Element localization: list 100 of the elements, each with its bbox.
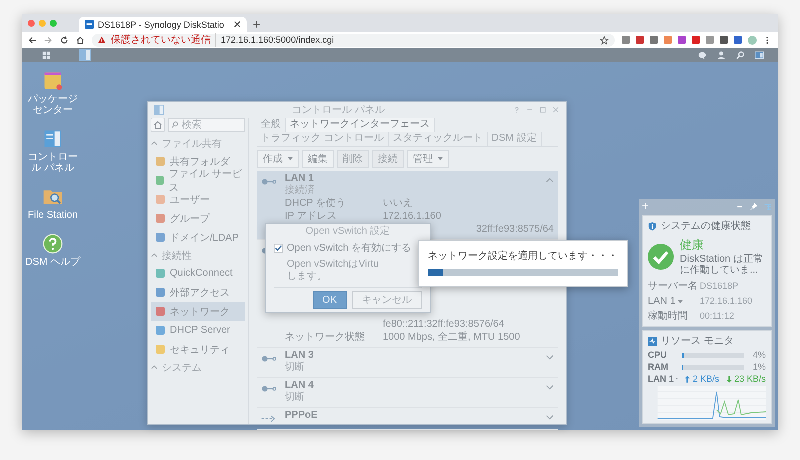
chat-icon[interactable] (698, 50, 707, 60)
tab[interactable]: ネットワークインターフェース (286, 118, 435, 132)
minimize-window-button[interactable] (39, 20, 46, 26)
sidebar-item[interactable]: QuickConnect (151, 264, 245, 283)
field-value: fe80::211:32ff:fe93:8576/64 (383, 318, 504, 331)
info-shield-icon (648, 222, 657, 230)
desktop-icon-label[interactable]: コントロール パネル (24, 152, 82, 174)
bookmark-star-icon[interactable] (600, 36, 609, 44)
search-field[interactable]: 検索 (168, 118, 245, 132)
expand-icon[interactable] (546, 385, 554, 390)
main-menu-icon[interactable] (42, 50, 51, 60)
warning-icon (98, 36, 106, 44)
sidebar-item[interactable]: 共有フォルダ (151, 152, 245, 171)
tab[interactable]: スタティックルート (388, 132, 488, 146)
meter-label: RAM (648, 362, 670, 372)
sidebar-item-icon (156, 326, 165, 335)
meter-reading: 4% (752, 350, 766, 360)
pin-icon[interactable] (750, 202, 758, 210)
cancel-button[interactable]: キャンセル (352, 291, 422, 309)
tab[interactable]: DSM 設定 (488, 132, 542, 146)
info-label[interactable]: LAN 1 (648, 295, 700, 308)
tab[interactable]: トラフィック コントロール (257, 132, 389, 146)
field-label: DHCP を使う (285, 198, 346, 209)
sidebar-item[interactable]: ファイル サービス (151, 171, 245, 190)
sidebar-item[interactable]: グループ (151, 209, 245, 228)
home-button[interactable] (151, 118, 165, 132)
desktop-icon-label[interactable]: DSM ヘルプ (26, 257, 80, 268)
interface-name: LAN 4 (285, 380, 315, 392)
collapse-icon[interactable] (151, 364, 158, 371)
search-icon (171, 121, 179, 129)
info-label: サーバー名 (648, 280, 699, 293)
back-icon[interactable] (28, 36, 37, 44)
interface-name: LAN 1 (285, 173, 315, 184)
sidebar-item-icon (156, 214, 165, 223)
info-label: 稼動時間 (648, 310, 689, 323)
control-panel-icon[interactable] (42, 128, 64, 150)
home-icon[interactable] (76, 36, 85, 44)
widgets-icon[interactable] (755, 50, 764, 60)
package-icon[interactable] (42, 70, 64, 92)
description-text: Open vSwitchはVirtu (287, 259, 380, 271)
add-widget-button[interactable]: + (642, 201, 650, 212)
close-icon[interactable] (234, 21, 241, 28)
interface-selector[interactable]: LAN 1 (648, 374, 678, 384)
sidebar-item[interactable]: DHCP Server (151, 321, 245, 340)
toolbar-button[interactable]: 管理 (407, 150, 449, 168)
interface-row[interactable]: LAN 3 切断 (257, 348, 558, 378)
interface-status: 切断 (285, 362, 306, 374)
security-warning: 保護されていない通信 (111, 33, 216, 47)
field-value: 1000 Mbps, 全二重, MTU 1500 (383, 331, 520, 344)
network-port-icon (261, 385, 277, 393)
expand-icon[interactable] (546, 415, 554, 420)
profile-avatar[interactable] (748, 36, 757, 44)
panel-icon[interactable] (764, 202, 772, 210)
toolbar-button[interactable]: 編集 (302, 150, 334, 168)
ok-button[interactable]: OK (312, 291, 347, 309)
user-icon[interactable] (717, 50, 726, 60)
browser-tab[interactable]: DS1618P - Synology DiskStatio (79, 17, 247, 32)
control-panel-taskbar-icon[interactable] (79, 49, 91, 61)
sidebar-item-icon (156, 345, 165, 354)
collapse-icon[interactable] (546, 178, 554, 183)
interface-row[interactable]: PPPoE (257, 408, 558, 430)
sidebar-section-heading[interactable]: ファイル共有 (151, 135, 245, 152)
new-tab-button[interactable]: + (253, 17, 261, 32)
collapse-icon[interactable] (151, 252, 158, 259)
upload-speed: 2 KB/s (693, 374, 720, 384)
sidebar-item[interactable]: ネットワーク (151, 302, 245, 321)
interface-row[interactable]: LAN 4 切断 (257, 378, 558, 408)
sidebar-item[interactable]: ドメイン/LDAP (151, 228, 245, 247)
sidebar-section-heading[interactable]: 接続性 (151, 247, 245, 264)
info-value: DS1618P (700, 280, 739, 293)
reload-icon[interactable] (60, 36, 69, 44)
desktop-icon-label[interactable]: File Station (28, 210, 78, 221)
checkbox[interactable] (274, 244, 283, 252)
widget-title: リソース モニタ (661, 335, 734, 348)
toolbar-button[interactable]: 作成 (257, 150, 299, 168)
desktop-icon-label[interactable]: パッケージセンター (24, 94, 82, 116)
maximize-icon[interactable] (539, 106, 547, 114)
window-title: コントロール パネル (291, 104, 386, 117)
sidebar-item[interactable]: ユーザー (151, 190, 245, 209)
zoom-window-button[interactable] (50, 20, 57, 26)
forward-icon[interactable] (44, 36, 53, 44)
close-window-button[interactable] (28, 20, 35, 26)
interface-name: LAN 3 (285, 350, 315, 362)
address-bar[interactable]: 保護されていない通信 172.16.1.160:5000/index.cgi (92, 34, 615, 46)
meter-reading: 1% (752, 362, 766, 372)
checkbox-label[interactable]: Open vSwitch を有効にする (287, 241, 412, 255)
health-status: 健康 (680, 237, 705, 254)
download-speed: 23 KB/s (734, 374, 766, 384)
expand-icon[interactable] (546, 355, 554, 360)
help-icon[interactable] (513, 106, 521, 114)
caret-icon (288, 157, 293, 161)
search-icon[interactable] (736, 50, 745, 60)
health-message: DiskStation は正常に作動していま... (680, 254, 764, 276)
field-label: IP アドレス (285, 211, 338, 222)
help-icon[interactable] (42, 233, 64, 255)
collapse-icon[interactable] (151, 140, 158, 147)
sidebar-item[interactable]: セキュリティ (151, 340, 245, 359)
sidebar-section-heading[interactable]: システム (151, 359, 245, 376)
sidebar-item[interactable]: 外部アクセス (151, 283, 245, 302)
caret-icon[interactable] (678, 300, 683, 304)
